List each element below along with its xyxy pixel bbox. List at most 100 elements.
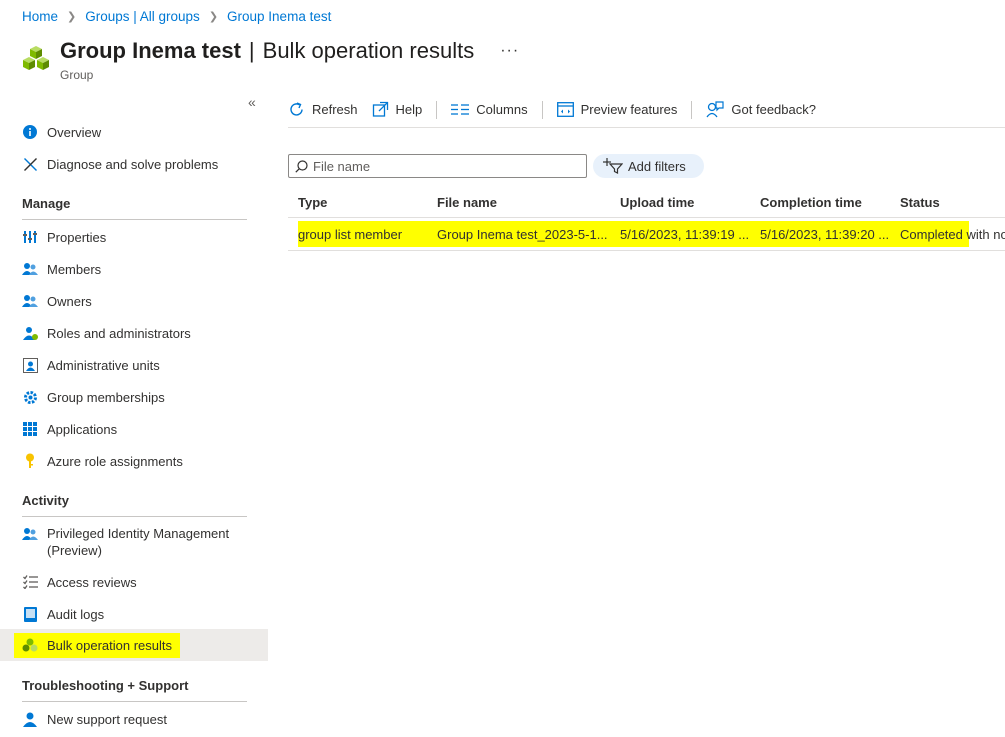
add-filter-icon [603,158,623,174]
info-icon [22,124,38,140]
sidebar-item-label: Access reviews [47,574,137,590]
sidebar-item-label: Azure role assignments [47,453,183,469]
more-options-button[interactable]: ··· [500,42,519,60]
refresh-label: Refresh [312,102,358,117]
feedback-icon [706,101,725,118]
feedback-button[interactable]: Got feedback? [706,101,816,118]
bulk-icon [22,637,38,653]
sidebar-item-label: Owners [47,293,92,309]
cell-completion-time: 5/16/2023, 11:39:20 ... [760,227,890,242]
sidebar-item-label: Privileged Identity Management (Preview) [47,525,229,559]
columns-icon [451,104,470,115]
sidebar-item-label: Roles and administrators [47,325,191,341]
grid-icon [22,421,38,437]
column-header-file-name[interactable]: File name [437,195,497,210]
sidebar-item-new-support-request[interactable]: New support request [0,703,268,735]
preview-icon [556,102,574,117]
sidebar-item-label: Audit logs [47,606,105,622]
sidebar-item-label: New support request [47,711,167,727]
admin-units-icon [22,357,38,373]
owners-icon [22,293,38,309]
column-header-upload-time[interactable]: Upload time [620,195,694,210]
section-manage: Manage [22,196,247,220]
chevron-right-icon: ❯ [67,11,77,23]
breadcrumb: Home ❯ Groups | All groups ❯ Group Inema… [22,9,331,24]
sidebar-item-label: Group memberships [47,389,165,405]
sidebar-item-admin-units[interactable]: Administrative units [0,349,268,381]
properties-icon [22,229,38,245]
preview-features-label: Preview features [580,102,678,117]
help-label: Help [395,102,423,117]
section-support: Troubleshooting + Support [22,678,247,702]
sidebar-item-diagnose[interactable]: Diagnose and solve problems [0,148,268,180]
results-table: Type File name Upload time Completion ti… [288,188,1005,251]
help-button[interactable]: Help [372,101,423,118]
toolbar-divider [541,100,543,119]
table-header: Type File name Upload time Completion ti… [288,188,1005,218]
sidebar-item-overview[interactable]: Overview [0,116,268,148]
table-row[interactable]: group list member Group Inema test_2023-… [288,218,1005,251]
log-icon [22,606,38,622]
sidebar-item-group-memberships[interactable]: Group memberships [0,381,268,413]
sidebar: « Overview Diagnose and solve problems M… [0,92,268,737]
column-header-completion-time[interactable]: Completion time [760,195,862,210]
feedback-label: Got feedback? [731,102,816,117]
columns-button[interactable]: Columns [451,102,528,117]
preview-features-button[interactable]: Preview features [556,102,678,117]
collapse-sidebar-button[interactable]: « [248,94,256,110]
search-icon [295,159,308,173]
pim-label-line2: (Preview) [47,543,102,558]
sidebar-item-label: Bulk operation results [47,637,173,653]
add-filters-button[interactable]: Add filters [593,154,704,178]
group-cubes-icon [23,46,49,70]
sidebar-item-label: Overview [47,124,102,140]
search-input[interactable] [313,158,573,174]
sidebar-item-access-reviews[interactable]: Access reviews [0,566,268,598]
sidebar-item-pim[interactable]: Privileged Identity Management (Preview) [0,519,268,559]
sidebar-item-label: Properties [47,229,107,245]
section-activity: Activity [22,493,247,517]
sidebar-item-azure-role-assignments[interactable]: Azure role assignments [0,445,268,477]
resource-type: Group [60,68,94,82]
page-subtitle: Bulk operation results [262,38,475,63]
sidebar-item-bulk-operation-results[interactable]: Bulk operation results [0,629,268,661]
column-header-status[interactable]: Status [900,195,940,210]
sidebar-item-members[interactable]: Members [0,253,268,285]
refresh-icon [290,102,303,116]
cell-file-name[interactable]: Group Inema test_2023-5-1... [437,227,608,242]
support-icon [22,711,38,727]
sidebar-item-roles[interactable]: Roles and administrators [0,317,268,349]
members-icon [22,261,38,277]
add-filters-label: Add filters [628,158,686,174]
command-bar: Refresh Help Columns Preview features Go… [288,98,1005,128]
sidebar-item-label: Members [47,261,102,277]
sidebar-item-audit-logs[interactable]: Audit logs [0,598,268,630]
gear-icon [22,389,38,405]
roles-icon [22,325,38,341]
page-title: Group Inema test [60,38,241,63]
page-header: Group Inema test | Bulk operation result… [22,38,519,82]
pim-label-line1: Privileged Identity Management [47,526,230,541]
breadcrumb-groups[interactable]: Groups | All groups [85,9,200,24]
breadcrumb-home[interactable]: Home [22,9,58,24]
column-header-type[interactable]: Type [298,195,327,210]
refresh-button[interactable]: Refresh [288,101,358,118]
highlight: Bulk operation results [14,632,181,658]
sidebar-item-label: Diagnose and solve problems [47,156,219,172]
sidebar-item-label: Applications [47,421,118,437]
key-icon [22,453,38,469]
toolbar-divider [691,100,693,119]
wrench-icon [22,156,38,172]
chevron-right-icon: ❯ [208,11,219,23]
pim-icon [22,526,38,542]
columns-label: Columns [476,102,528,117]
sidebar-item-applications[interactable]: Applications [0,413,268,445]
cell-type: group list member [298,227,403,242]
breadcrumb-group-inema-test[interactable]: Group Inema test [227,9,331,24]
sidebar-item-owners[interactable]: Owners [0,285,268,317]
toolbar-divider [436,100,438,119]
file-name-search [288,154,587,178]
sidebar-item-label: Administrative units [47,357,160,373]
title-divider: | [248,38,255,63]
sidebar-item-properties[interactable]: Properties [0,221,268,253]
